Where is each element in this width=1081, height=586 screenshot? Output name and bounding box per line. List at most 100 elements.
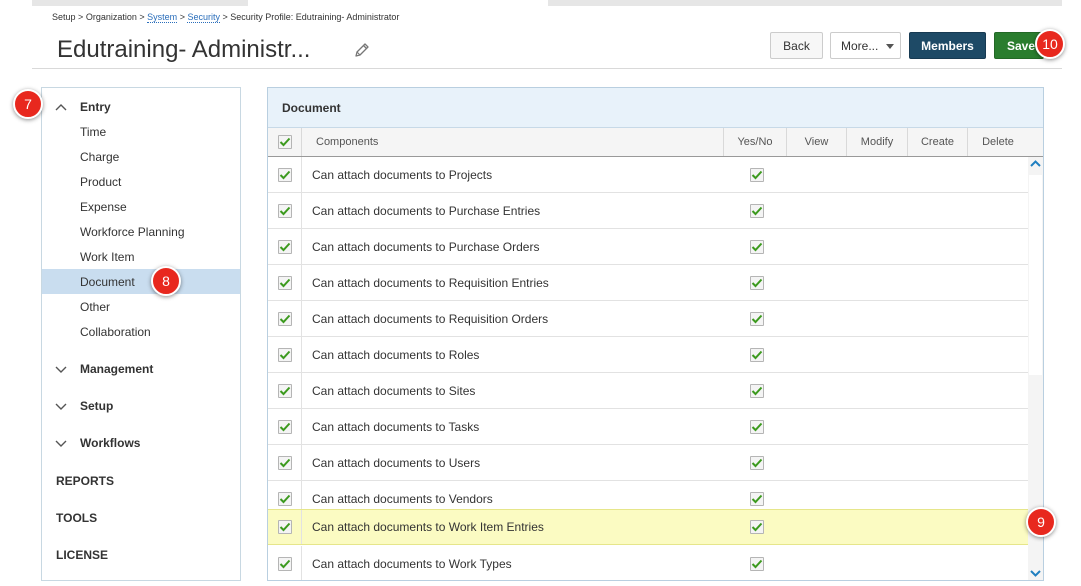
yes-no-checkbox[interactable] [750, 491, 764, 506]
chevron-down-icon [55, 403, 67, 410]
yes-no-checkbox[interactable] [750, 347, 764, 362]
sidebar-item-document[interactable]: Document [42, 269, 240, 294]
sidebar-license[interactable]: LICENSE [56, 548, 108, 562]
checkmark-icon [279, 494, 290, 503]
checkmark-icon [279, 522, 290, 532]
checkmark-icon [751, 314, 763, 323]
table-row-highlighted: Can attach documents to Work Item Entrie… [268, 509, 1028, 545]
checkmark-icon [751, 422, 763, 431]
column-view[interactable]: View [787, 128, 847, 156]
yes-no-checkbox[interactable] [750, 455, 764, 470]
checkmark-icon [751, 522, 763, 532]
back-button[interactable]: Back [770, 32, 823, 59]
checkmark-icon [751, 278, 763, 287]
chevron-up-icon [55, 104, 67, 111]
yes-no-checkbox[interactable] [750, 556, 764, 571]
row-label: Can attach documents to Users [312, 455, 481, 470]
sidebar-tools[interactable]: TOOLS [56, 511, 97, 525]
sidebar-item-product[interactable]: Product [42, 169, 240, 194]
yes-no-checkbox[interactable] [750, 520, 764, 534]
row-label: Can attach documents to Work Item Entrie… [312, 520, 544, 534]
sidebar-group-setup[interactable]: Setup [54, 399, 113, 413]
members-button[interactable]: Members [909, 32, 986, 59]
chevron-down-icon [55, 440, 67, 447]
active-tab-notch [248, 0, 548, 6]
checkmark-icon [279, 386, 290, 395]
column-modify[interactable]: Modify [847, 128, 908, 156]
checkmark-icon [751, 386, 763, 395]
callout-badge-9: 9 [1026, 507, 1056, 537]
sidebar-group-management[interactable]: Management [54, 362, 153, 376]
row-select-checkbox[interactable] [277, 383, 292, 398]
scrollbar-thumb[interactable] [1029, 175, 1042, 375]
sidebar-item-workforce-planning[interactable]: Workforce Planning [42, 219, 240, 244]
table-row: Can attach documents to Requisition Entr… [268, 265, 1028, 301]
document-permissions-panel: Document Components Yes/No View Modify C… [267, 87, 1044, 581]
sidebar-item-work-item[interactable]: Work Item [42, 244, 240, 269]
column-create[interactable]: Create [908, 128, 968, 156]
row-label: Can attach documents to Requisition Orde… [312, 311, 549, 326]
yes-no-checkbox[interactable] [750, 167, 764, 182]
checkmark-icon [279, 137, 290, 147]
sidebar: Entry Time Charge Product Expense Workfo… [41, 87, 241, 581]
sidebar-group-entry[interactable]: Entry [54, 100, 111, 114]
breadcrumb-system-link[interactable]: System [147, 12, 178, 23]
scroll-up-arrow-icon[interactable] [1030, 159, 1041, 169]
sidebar-item-expense[interactable]: Expense [42, 194, 240, 219]
checkmark-icon [751, 170, 763, 179]
yes-no-checkbox[interactable] [750, 239, 764, 254]
row-select-checkbox[interactable] [277, 203, 292, 218]
sidebar-group-workflows-label: Workflows [80, 436, 141, 450]
row-select-checkbox[interactable] [277, 239, 292, 254]
more-dropdown-button[interactable]: More... [830, 32, 901, 59]
row-select-checkbox[interactable] [277, 419, 292, 434]
table-row: Can attach documents to Users [268, 445, 1028, 481]
select-all-checkbox[interactable] [277, 135, 292, 149]
breadcrumb-organization[interactable]: Organization [86, 12, 137, 22]
yes-no-checkbox[interactable] [750, 419, 764, 434]
row-select-checkbox[interactable] [277, 520, 292, 534]
column-components[interactable]: Components [302, 128, 724, 156]
row-select-checkbox[interactable] [277, 491, 292, 506]
yes-no-checkbox[interactable] [750, 383, 764, 398]
yes-no-checkbox[interactable] [750, 203, 764, 218]
sidebar-item-other[interactable]: Other [42, 294, 240, 319]
checkmark-icon [751, 206, 763, 215]
yes-no-checkbox[interactable] [750, 311, 764, 326]
table-row: Can attach documents to Sites [268, 373, 1028, 409]
scroll-down-arrow-icon[interactable] [1030, 568, 1041, 578]
row-select-checkbox[interactable] [277, 556, 292, 571]
checkmark-icon [751, 242, 763, 251]
header-divider [32, 68, 1062, 69]
sidebar-reports[interactable]: REPORTS [56, 474, 114, 488]
breadcrumb-separator: > [78, 12, 84, 22]
sidebar-group-workflows[interactable]: Workflows [54, 436, 140, 450]
row-select-checkbox[interactable] [277, 275, 292, 290]
breadcrumb-setup[interactable]: Setup [52, 12, 76, 22]
row-select-checkbox[interactable] [277, 311, 292, 326]
select-all-cell [268, 128, 302, 156]
checkmark-icon [279, 242, 290, 251]
row-label: Can attach documents to Tasks [312, 419, 480, 434]
row-select-checkbox[interactable] [277, 347, 292, 362]
breadcrumb-separator: > [179, 12, 185, 22]
column-delete[interactable]: Delete [968, 128, 1028, 156]
more-label: More... [841, 38, 879, 53]
pencil-edit-icon[interactable] [353, 41, 371, 59]
breadcrumb: Setup > Organization > System > Security… [52, 12, 399, 23]
row-select-checkbox[interactable] [277, 455, 292, 470]
sidebar-item-time[interactable]: Time [42, 119, 240, 144]
checkmark-icon [751, 494, 763, 503]
sidebar-item-collaboration[interactable]: Collaboration [42, 319, 240, 344]
caret-down-icon [886, 44, 894, 49]
table-row: Can attach documents to Roles [268, 337, 1028, 373]
sidebar-item-charge[interactable]: Charge [42, 144, 240, 169]
row-select-checkbox[interactable] [277, 167, 292, 182]
sidebar-group-management-label: Management [80, 362, 154, 376]
breadcrumb-security-link[interactable]: Security [187, 12, 220, 23]
page-title: Edutraining- Administr... [57, 36, 311, 63]
column-yes-no[interactable]: Yes/No [724, 128, 787, 156]
row-label: Can attach documents to Purchase Orders [312, 239, 540, 254]
yes-no-checkbox[interactable] [750, 275, 764, 290]
breadcrumb-separator: > [222, 12, 228, 22]
